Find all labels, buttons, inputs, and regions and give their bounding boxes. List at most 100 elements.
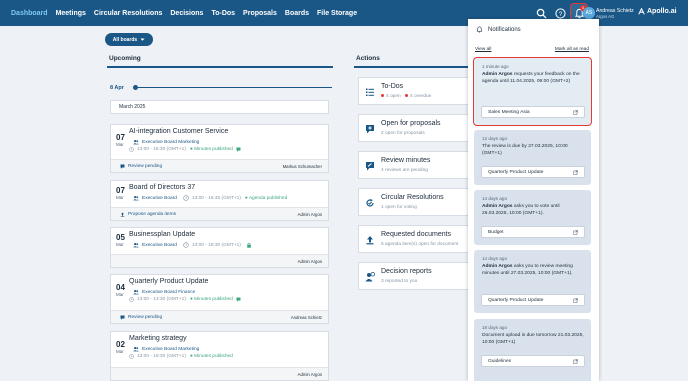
meeting-day: 02 bbox=[116, 340, 125, 349]
action-todos[interactable]: To-Dos 4 open 4 overdue bbox=[358, 77, 470, 105]
meeting-title[interactable]: Board of Directors 37 bbox=[129, 184, 195, 191]
notifications-title: Notifications bbox=[488, 26, 521, 33]
action-open-for-proposals[interactable]: Open for proposals 2 open for proposals bbox=[358, 114, 470, 142]
nav-decisions[interactable]: Decisions bbox=[170, 10, 203, 17]
meeting-board-name: Executive Board bbox=[142, 242, 177, 248]
clock-icon bbox=[183, 195, 189, 201]
nav-file-storage[interactable]: File Storage bbox=[317, 10, 357, 17]
meeting-time: 13:00 - 16:30 (GMT+1) ● Minutes publishe… bbox=[129, 147, 244, 152]
view-all-link[interactable]: View all bbox=[475, 47, 491, 52]
action-subtitle: 4 reviews are pending bbox=[381, 168, 428, 173]
action-subtitle: 5 agenda item(s) open for document bbox=[381, 242, 459, 247]
mark-all-read-link[interactable]: Mark all as read bbox=[555, 47, 589, 52]
action-subtitle: 1 open for voting bbox=[381, 205, 417, 210]
action-title: To-Dos bbox=[381, 83, 404, 90]
notification-time: 14 days ago bbox=[482, 256, 508, 261]
meeting-action-link[interactable]: Propose agenda items bbox=[120, 212, 176, 217]
notification-text: Admin Argos asks you to vote until 26.03… bbox=[482, 204, 560, 216]
meeting-owner: Andreas Schietz bbox=[290, 315, 322, 320]
upload-icon bbox=[120, 212, 125, 217]
meeting-time-text: 13:00 - 13:30 (GMT+1) bbox=[137, 297, 186, 302]
meeting-card[interactable]: 05 Mar Businessplan Update Executive Boa… bbox=[110, 227, 329, 268]
meeting-title[interactable]: Marketing strategy bbox=[129, 335, 187, 342]
action-title: Open for proposals bbox=[381, 120, 441, 127]
action-title: Circular Resolutions bbox=[381, 194, 444, 201]
board-selector-button[interactable]: All boards bbox=[105, 33, 153, 46]
meeting-status: ● Minutes published bbox=[189, 297, 233, 302]
action-subtitle: 4 open 4 overdue bbox=[381, 94, 431, 99]
action-decision-reports[interactable]: Decision reports 3 reported to you bbox=[358, 262, 470, 290]
nav-dashboard[interactable]: Dashboard bbox=[11, 10, 48, 17]
meeting-owner: Admin Argos bbox=[297, 372, 322, 377]
caret-down-icon bbox=[140, 38, 145, 41]
nav-todos[interactable]: To-Dos bbox=[211, 10, 235, 17]
timeline-date-label: 8 Apr bbox=[110, 85, 124, 91]
user-avatar[interactable]: AS bbox=[583, 7, 595, 19]
meeting-board-name: Executive Board Marketing bbox=[142, 139, 200, 145]
report-icon bbox=[365, 272, 375, 282]
meeting-footer: Review pending Markus Schumacher bbox=[111, 159, 328, 172]
meeting-card[interactable]: 04 Mar Quarterly Product Update Executiv… bbox=[110, 274, 329, 324]
month-header: March 2025 bbox=[110, 100, 329, 114]
meeting-board: Executive Board Marketing bbox=[133, 346, 199, 352]
meeting-day: 07 bbox=[116, 133, 125, 142]
action-review-minutes[interactable]: Review minutes 4 reviews are pending bbox=[358, 151, 470, 179]
apollo-logo-icon bbox=[638, 8, 645, 15]
nav-boards[interactable]: Boards bbox=[285, 10, 309, 17]
meeting-title[interactable]: Businessplan Update bbox=[129, 231, 195, 238]
brand-logo: Apollo.ai bbox=[638, 8, 677, 15]
meeting-month: Mar bbox=[116, 242, 124, 247]
meeting-month: Mar bbox=[116, 142, 124, 147]
notification-open-button[interactable]: Quarterly Product Update bbox=[481, 166, 585, 178]
notification-item[interactable]: 14 days ago Admin Argos asks you to vote… bbox=[474, 190, 591, 245]
bell-icon bbox=[476, 26, 483, 33]
meeting-card[interactable]: 07 Mar AI-integration Customer Service E… bbox=[110, 124, 329, 173]
notification-item[interactable]: 14 days ago Admin Argos asks you to revi… bbox=[474, 250, 591, 313]
nav-circular-resolutions[interactable]: Circular Resolutions bbox=[94, 10, 162, 17]
meeting-owner: Admin Argos bbox=[297, 212, 322, 217]
meeting-board: Executive Board 13:00 - 18:30 (GMT+1) bbox=[133, 242, 255, 248]
notification-time: 14 days ago bbox=[482, 196, 508, 201]
action-circular-resolutions[interactable]: Circular Resolutions 1 open for voting bbox=[358, 188, 470, 216]
meeting-status: ● Agenda published bbox=[244, 195, 288, 201]
action-title: Decision reports bbox=[381, 268, 432, 275]
brand-name: Apollo.ai bbox=[647, 8, 677, 15]
meeting-card[interactable]: 07 Mar Board of Directors 37 Executive B… bbox=[110, 180, 329, 221]
notification-open-button[interactable]: Sales Meeting Asia bbox=[481, 106, 585, 118]
notification-open-button[interactable]: Guidelines bbox=[481, 355, 585, 367]
notification-item[interactable]: 18 days ago Document upload is due tomor… bbox=[474, 319, 591, 381]
meeting-title[interactable]: AI-integration Customer Service bbox=[129, 128, 228, 135]
meeting-status: ● Minutes published bbox=[189, 354, 233, 359]
notification-text: Document upload is due tomorrow 21.03.20… bbox=[482, 333, 584, 345]
meeting-action-link[interactable]: Review pending bbox=[120, 315, 162, 320]
notification-open-button[interactable]: Budget bbox=[481, 226, 585, 238]
meeting-card[interactable]: 02 Mar Marketing strategy Executive Boar… bbox=[110, 331, 329, 381]
list-icon bbox=[366, 88, 374, 96]
external-link-icon bbox=[573, 110, 578, 115]
meeting-day: 07 bbox=[116, 186, 125, 195]
notification-open-button[interactable]: Quarterly Product Update bbox=[481, 294, 585, 306]
notification-item[interactable]: 1 minute ago Admin Argos requests your f… bbox=[473, 57, 592, 126]
board-selector-label: All boards bbox=[112, 36, 138, 43]
notifications-panel: Notifications View all Mark all as read … bbox=[468, 19, 599, 381]
timeline-line bbox=[138, 87, 332, 88]
meeting-board-name: Executive Board bbox=[142, 195, 177, 201]
meeting-footer: Admin Argos bbox=[111, 254, 328, 267]
nav-meetings[interactable]: Meetings bbox=[56, 10, 86, 17]
action-title: Review minutes bbox=[381, 157, 431, 164]
action-requested-documents[interactable]: Requested documents 5 agenda item(s) ope… bbox=[358, 225, 470, 253]
notification-item[interactable]: 12 days ago The review is due by 27.03.2… bbox=[474, 130, 591, 185]
action-title: Requested documents bbox=[381, 231, 452, 238]
review-icon bbox=[120, 315, 125, 320]
nav-proposals[interactable]: Proposals bbox=[243, 10, 277, 17]
notification-time: 1 minute ago bbox=[482, 64, 509, 69]
proposal-icon bbox=[366, 125, 374, 134]
external-link-icon bbox=[573, 359, 578, 364]
meeting-title[interactable]: Quarterly Product Update bbox=[129, 278, 208, 285]
overdue-dot bbox=[381, 94, 384, 98]
notification-time: 12 days ago bbox=[482, 136, 508, 141]
upcoming-heading: Upcoming bbox=[109, 55, 141, 62]
users-icon bbox=[133, 140, 139, 145]
users-icon bbox=[133, 347, 139, 352]
meeting-action-link[interactable]: Review pending bbox=[120, 164, 162, 169]
